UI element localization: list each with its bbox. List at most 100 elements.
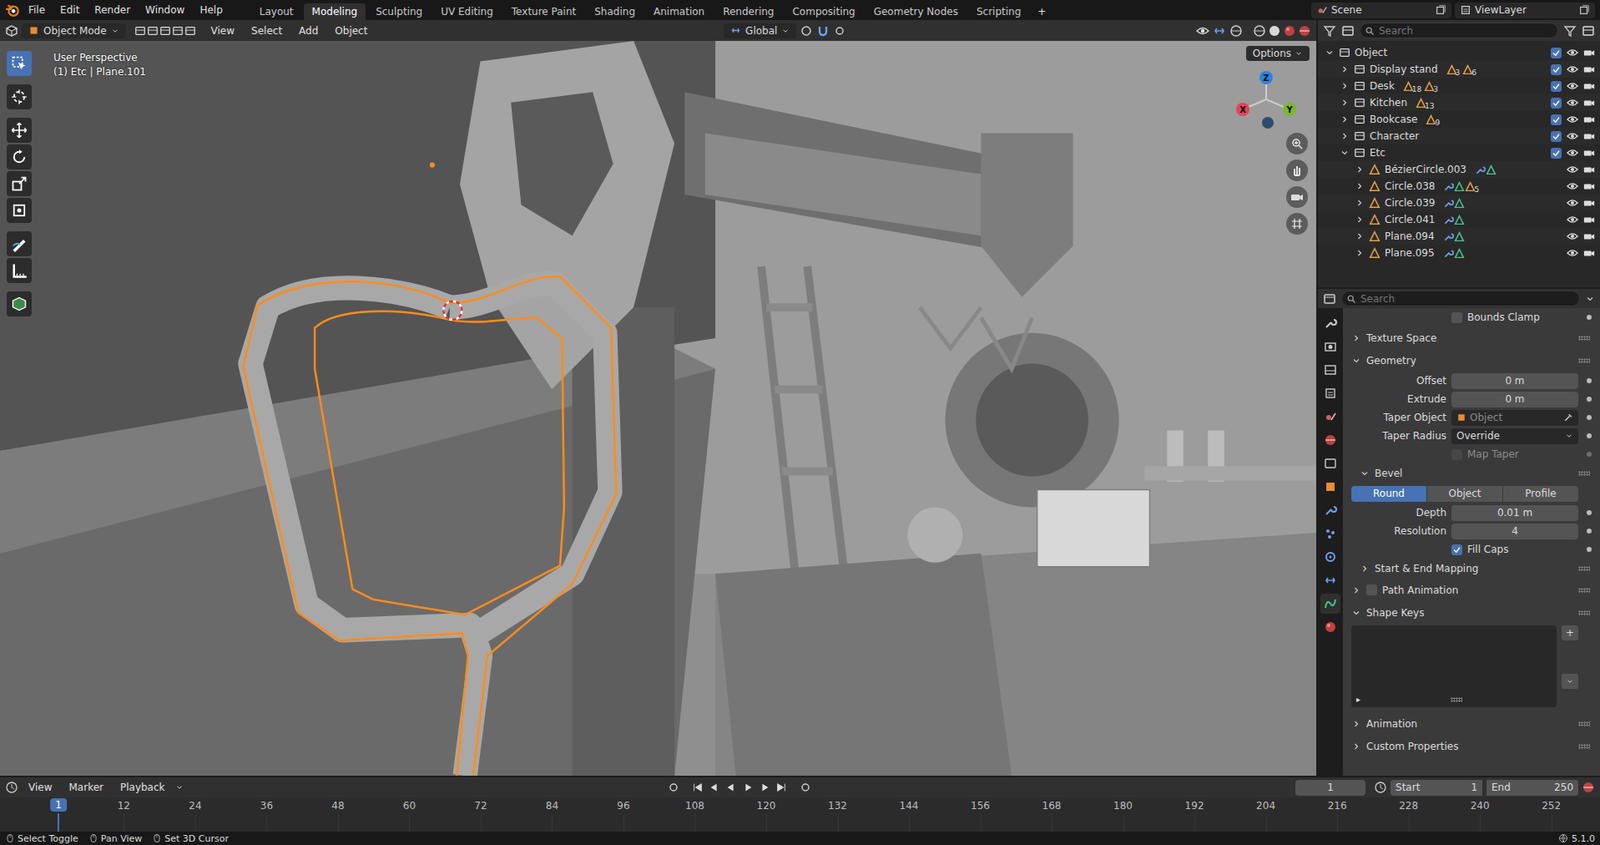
properties-tab[interactable] <box>1320 616 1341 637</box>
properties-tab[interactable] <box>1320 546 1341 567</box>
display-mode-icon[interactable] <box>1341 24 1355 38</box>
orientation-dropdown[interactable]: Global <box>723 23 797 39</box>
panel-header[interactable]: Shape Keys <box>1347 600 1595 624</box>
wireframe-icon[interactable] <box>1252 24 1267 38</box>
blender-logo-icon[interactable] <box>5 2 21 18</box>
tool-button[interactable] <box>6 257 32 283</box>
menu-item[interactable]: Render <box>87 1 137 19</box>
segment-button[interactable]: Object <box>1427 485 1503 502</box>
render-camera-icon[interactable] <box>1583 180 1595 192</box>
eye-icon[interactable] <box>1566 230 1579 243</box>
editor-type-icon[interactable] <box>1322 24 1337 38</box>
menu-item[interactable]: Help <box>192 1 229 19</box>
expand-arrow-icon[interactable] <box>1339 97 1350 108</box>
axis-z[interactable]: Z <box>1259 70 1273 85</box>
view-layer-name[interactable]: ViewLayer <box>1474 4 1575 16</box>
workspace-tab[interactable]: Texture Paint <box>503 3 585 21</box>
render-camera-icon[interactable] <box>1583 113 1595 126</box>
select-mode-icon[interactable] <box>184 25 197 37</box>
panel-header[interactable]: Texture Space <box>1347 326 1595 349</box>
viewport-menu[interactable]: Add <box>292 22 325 40</box>
expand-arrow-icon[interactable] <box>1351 333 1362 344</box>
render-camera-icon[interactable] <box>1583 130 1595 142</box>
render-camera-icon[interactable] <box>1583 247 1595 259</box>
eye-icon[interactable] <box>1566 63 1579 76</box>
scene-name[interactable]: Scene <box>1331 4 1432 16</box>
transport-play-icon[interactable] <box>758 781 771 793</box>
exclude-checkbox[interactable] <box>1550 80 1562 92</box>
options-label[interactable]: Options <box>1252 47 1292 60</box>
viewport-menu[interactable]: Object <box>328 22 374 40</box>
editor-type-icon[interactable] <box>5 780 19 794</box>
select-mode-icon[interactable] <box>146 25 159 37</box>
keyframe-dot[interactable] <box>1586 396 1592 402</box>
number-field[interactable]: 4 <box>1451 523 1579 540</box>
drag-handle[interactable] <box>1578 587 1590 593</box>
playhead[interactable]: 1 <box>50 797 67 812</box>
eye-icon[interactable] <box>1566 247 1579 259</box>
drag-handle[interactable] <box>1578 335 1590 341</box>
navigation-gizmo[interactable]: XYZ <box>1232 65 1300 133</box>
properties-tab[interactable] <box>1320 406 1341 427</box>
panel-header[interactable]: Animation <box>1347 711 1595 735</box>
select-mode-icon[interactable] <box>171 25 184 37</box>
properties-tab[interactable] <box>1320 336 1341 357</box>
render-camera-icon[interactable] <box>1583 196 1595 209</box>
number-field[interactable]: 0 m <box>1451 373 1579 389</box>
new-collection-icon[interactable] <box>1581 24 1595 38</box>
sync-icon[interactable] <box>1581 780 1595 794</box>
eye-icon[interactable] <box>1566 213 1579 226</box>
workspace-tab[interactable]: Rendering <box>714 3 783 21</box>
workspace-tab[interactable]: Scripting <box>968 3 1030 21</box>
drag-handle[interactable] <box>1578 470 1590 476</box>
menu-item[interactable]: File <box>21 1 52 19</box>
render-camera-icon[interactable] <box>1583 63 1595 76</box>
expand-arrow-icon[interactable] <box>1339 147 1350 158</box>
specials-button[interactable] <box>1561 673 1579 689</box>
resize-handle[interactable] <box>1450 696 1463 702</box>
segment-button[interactable]: Round <box>1351 485 1427 502</box>
zoom-icon[interactable] <box>1286 132 1308 155</box>
scene-selector[interactable]: Scene <box>1311 2 1452 19</box>
exclude-checkbox[interactable] <box>1550 47 1562 59</box>
outliner-row[interactable]: Plane.094 <box>1317 227 1600 245</box>
timeline-menu[interactable]: Marker <box>61 778 110 796</box>
select-mode-icon[interactable] <box>134 25 147 37</box>
properties-tab[interactable] <box>1320 593 1341 614</box>
outliner-row[interactable]: Display stand36 <box>1317 60 1600 78</box>
add-workspace-button[interactable]: + <box>1030 3 1053 21</box>
exclude-checkbox[interactable] <box>1550 64 1562 76</box>
exclude-checkbox[interactable] <box>1550 131 1562 142</box>
properties-tab[interactable] <box>1320 453 1341 474</box>
checkbox[interactable] <box>1451 544 1463 556</box>
keyframe-dot[interactable] <box>1586 314 1592 320</box>
keyframe-dot[interactable] <box>1586 546 1592 552</box>
remove-button[interactable] <box>1561 641 1579 654</box>
object-field[interactable]: Object <box>1451 409 1579 426</box>
drag-handle[interactable] <box>1578 358 1590 364</box>
axis-x[interactable]: X <box>1236 102 1250 117</box>
current-frame-field[interactable]: 1 <box>1295 779 1366 796</box>
properties-tab[interactable] <box>1320 383 1341 404</box>
panel-header[interactable]: Geometry <box>1347 348 1595 372</box>
properties-tab[interactable] <box>1320 570 1341 591</box>
transport-play-icon[interactable] <box>741 781 754 793</box>
checkbox[interactable] <box>1451 312 1463 324</box>
eye-icon[interactable] <box>1566 46 1579 59</box>
outliner-row[interactable]: Circle.041 <box>1317 211 1600 228</box>
exclude-checkbox[interactable] <box>1550 147 1562 159</box>
outliner-row[interactable]: Plane.095 <box>1317 244 1600 262</box>
viewport-menu[interactable]: View <box>204 22 242 40</box>
expand-arrow-icon[interactable] <box>1359 563 1370 574</box>
camera-icon[interactable] <box>1286 186 1308 208</box>
select-mode-icon[interactable] <box>159 25 172 37</box>
expand-arrow-icon[interactable] <box>1354 164 1365 175</box>
tool-button[interactable] <box>6 117 32 143</box>
viewport-menu[interactable]: Select <box>244 22 289 40</box>
3d-viewport[interactable]: User Perspective(1) Etc | Plane.101Optio… <box>0 40 1317 776</box>
panel-header[interactable]: Custom Properties <box>1347 734 1595 758</box>
number-field[interactable]: 0 m <box>1451 391 1579 408</box>
keyframe-dot[interactable] <box>1586 451 1592 457</box>
drag-handle[interactable] <box>1578 610 1590 616</box>
snap-icon[interactable] <box>816 24 830 38</box>
